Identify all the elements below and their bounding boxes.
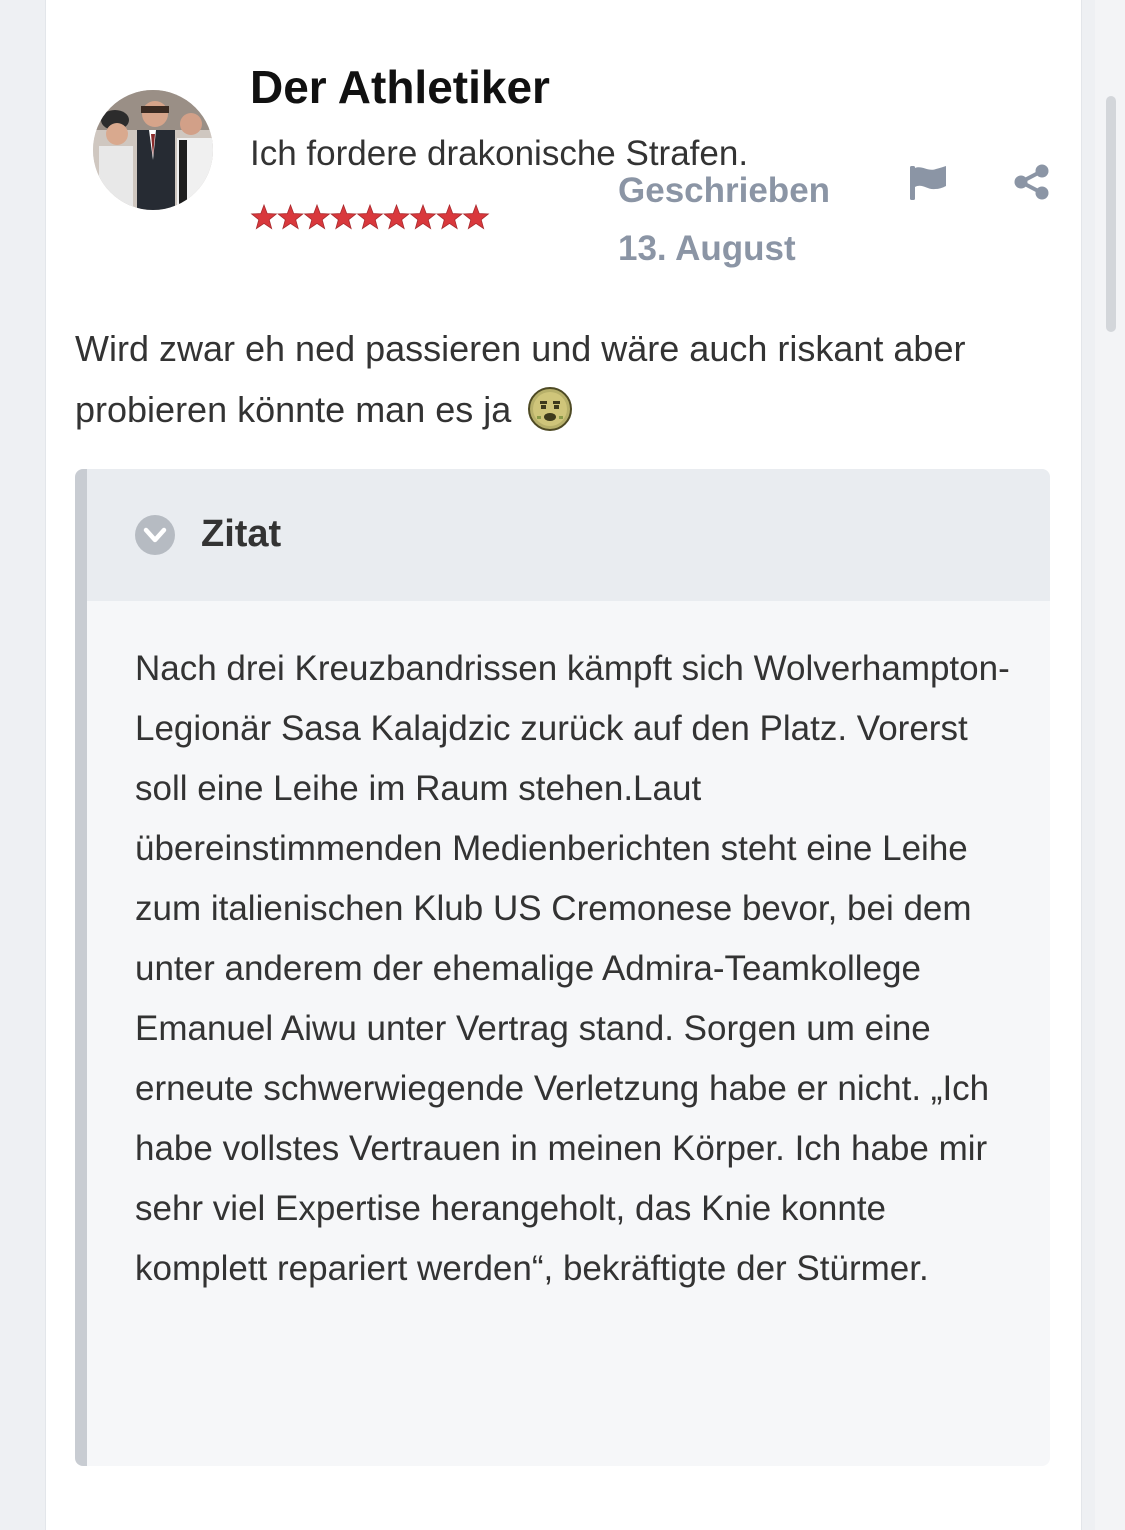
post-body-text: Wird zwar eh ned passieren und wäre auch… bbox=[75, 328, 966, 430]
sick-face-emoji bbox=[527, 386, 573, 432]
scrollbar-thumb[interactable] bbox=[1106, 96, 1116, 332]
rank-stars-graphic bbox=[250, 203, 490, 230]
forum-page: Der Athletiker Ich fordere drakonische S… bbox=[0, 0, 1125, 1530]
flag-icon[interactable] bbox=[906, 164, 948, 202]
star-icon bbox=[356, 203, 384, 230]
post-body: Wird zwar eh ned passieren und wäre auch… bbox=[75, 318, 1055, 440]
quote-text: Nach drei Kreuzbandrissen kämpft sich Wo… bbox=[135, 649, 1010, 1288]
rank-stars bbox=[250, 200, 490, 234]
author-name[interactable]: Der Athletiker bbox=[250, 60, 550, 114]
avatar-photo bbox=[93, 90, 213, 210]
star-icon bbox=[277, 203, 304, 230]
star-icon bbox=[462, 203, 490, 230]
star-icon bbox=[436, 203, 463, 230]
star-icon bbox=[383, 203, 410, 230]
share-icon[interactable] bbox=[1012, 164, 1052, 200]
meta-label: Geschrieben bbox=[618, 171, 831, 210]
quote-header[interactable]: Zitat bbox=[87, 469, 1050, 601]
avatar[interactable] bbox=[93, 90, 213, 210]
post-meta: Geschrieben 13. August bbox=[618, 162, 830, 278]
quote-block: Zitat Nach drei Kreuzbandrissen kämpft s… bbox=[75, 469, 1050, 1466]
star-icon bbox=[250, 203, 278, 230]
post-date[interactable]: 13. August bbox=[618, 220, 830, 278]
star-icon bbox=[330, 203, 357, 230]
star-icon bbox=[303, 203, 331, 230]
quote-label: Zitat bbox=[201, 513, 282, 555]
chevron-down-circle-icon[interactable] bbox=[134, 514, 176, 556]
star-icon bbox=[409, 203, 437, 230]
